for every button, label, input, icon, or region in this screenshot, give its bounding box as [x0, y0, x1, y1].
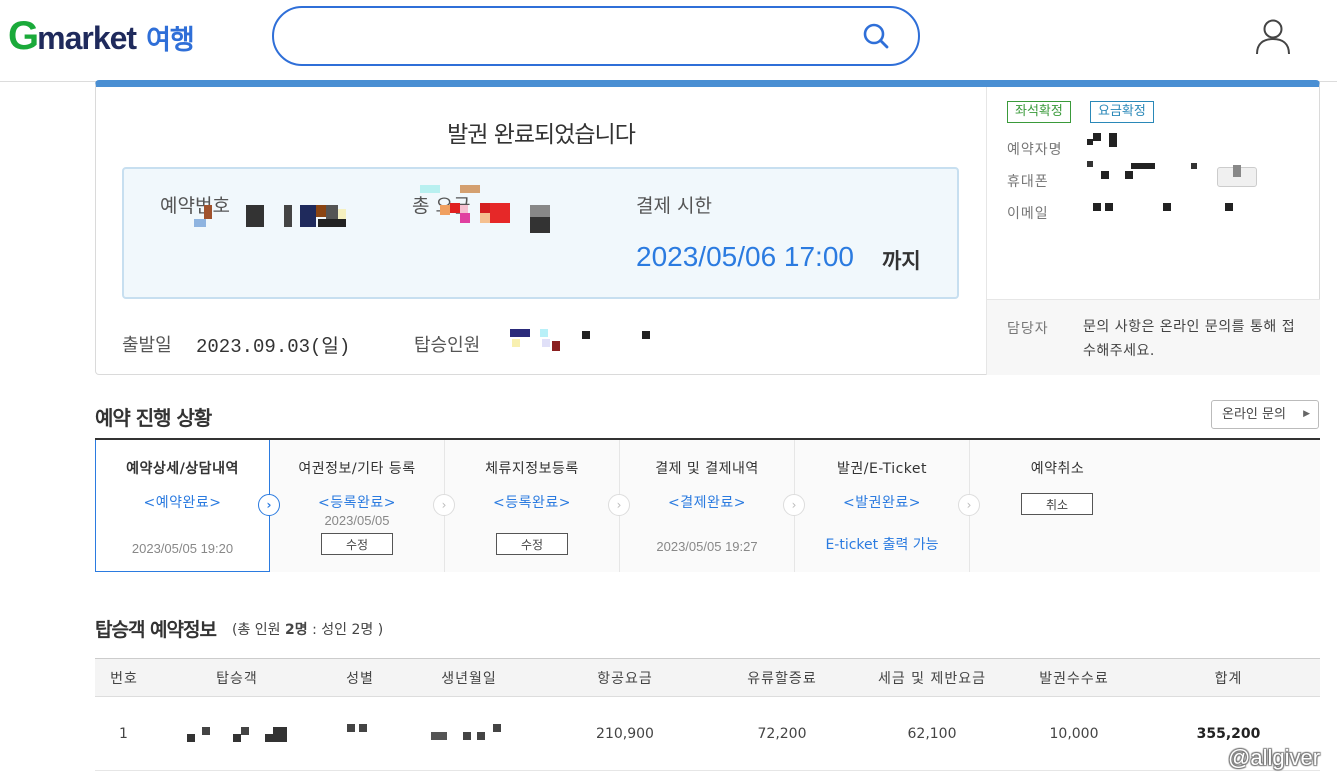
cancel-reservation-button[interactable]: 취소: [1021, 493, 1093, 515]
contact-panel: 좌석확정 요금확정 예약자명 휴대폰 이메일 담당자 문의 사항은 온라인 문의…: [986, 87, 1320, 375]
manager-box: 담당자 문의 사항은 온라인 문의를 통해 접수해주세요.: [987, 299, 1320, 375]
caret-right-icon: ▶: [1303, 409, 1310, 419]
payment-deadline-suffix: 까지: [882, 249, 921, 273]
chevron-right-icon: ›: [783, 494, 805, 516]
seat-confirmed-badge: 좌석확정: [1007, 101, 1071, 123]
issued-title: 발권 완료되었습니다: [447, 122, 636, 148]
user-icon[interactable]: [1253, 16, 1293, 56]
header: G market 여행: [0, 0, 1337, 82]
progress-section-title: 예약 진행 상황: [95, 406, 212, 430]
step-status[interactable]: <발권완료>: [795, 492, 969, 512]
reservation-number-label: 예약번호: [160, 195, 230, 217]
progress-steps: 예약상세/상담내역 <예약완료> 2023/05/05 19:20 › 여권정보…: [95, 438, 1320, 572]
departure-date: 2023.09.03(일): [196, 336, 351, 358]
step-title: 결제 및 결제내역: [655, 461, 759, 477]
col-tax: 세금 및 제반요금: [853, 658, 1011, 697]
step-title: 예약취소: [1030, 461, 1085, 477]
step-reservation-detail[interactable]: 예약상세/상담내역 <예약완료> 2023/05/05 19:20 ›: [95, 440, 280, 572]
phone-label: 휴대폰: [1007, 174, 1049, 190]
col-ticket-fee: 발권수수료: [1011, 658, 1137, 697]
row-passenger-redacted: [153, 696, 321, 771]
passenger-summary-prefix: (총 인원: [232, 622, 281, 638]
search-input[interactable]: [298, 20, 858, 52]
table-header-row: 번호 탑승객 성별 생년월일 항공요금 유류할증료 세금 및 제반요금 발권수수…: [95, 658, 1320, 697]
chevron-right-icon: ›: [258, 494, 280, 516]
col-no: 번호: [95, 658, 153, 697]
step-payment[interactable]: 결제 및 결제내역 <결제완료> 2023/05/05 19:27 ›: [620, 440, 805, 572]
payment-deadline-date: 2023/05/06 17:00: [636, 241, 854, 272]
step-date: 2023/05/05 19:20: [131, 541, 234, 556]
row-tax: 62,100: [853, 696, 1011, 771]
row-fuel-surcharge: 72,200: [711, 696, 853, 771]
row-gender-redacted: [321, 696, 399, 771]
passenger-adults: 성인 2명: [321, 622, 374, 638]
step-date: 2023/05/05: [324, 513, 390, 528]
row-no: 1: [95, 696, 153, 771]
online-inquiry-label: 온라인 문의: [1222, 407, 1286, 422]
logo-g: G: [8, 14, 39, 58]
step-passport-info[interactable]: 여권정보/기타 등록 <등록완료> 2023/05/05 수정 ›: [270, 440, 455, 572]
col-total: 합계: [1137, 658, 1320, 697]
manager-notice: 문의 사항은 온라인 문의를 통해 접수해주세요.: [1083, 319, 1296, 359]
chevron-right-icon: ›: [433, 494, 455, 516]
online-inquiry-button[interactable]: 온라인 문의 ▶: [1211, 400, 1319, 429]
payment-deadline-label: 결제 시한: [636, 195, 712, 217]
step-eticket[interactable]: 발권/E-Ticket <발권완료> E-ticket 출력 가능 ›: [795, 440, 980, 572]
fare-confirmed-badge: 요금확정: [1090, 101, 1154, 123]
eticket-print-link[interactable]: E-ticket 출력 가능: [795, 534, 969, 554]
col-passenger: 탑승객: [153, 658, 321, 697]
passenger-summary: (총 인원 2명 : 성인 2명 ): [232, 619, 383, 639]
passenger-total: 2명: [285, 622, 308, 638]
col-birthdate: 생년월일: [399, 658, 539, 697]
logo-travel: 여행: [146, 25, 195, 56]
col-fuel-surcharge: 유류할증료: [711, 658, 853, 697]
chevron-right-icon: ›: [608, 494, 630, 516]
logo-market: market: [37, 20, 137, 56]
step-status[interactable]: <결제완료>: [620, 492, 794, 512]
departure-label: 출발일: [122, 335, 172, 356]
step-status[interactable]: <등록완료>: [445, 492, 619, 512]
step-title: 예약상세/상담내역: [126, 461, 239, 477]
row-birthdate-redacted: [399, 696, 539, 771]
email-label: 이메일: [1007, 206, 1049, 222]
booking-info-box: 예약번호 총 요금 결제 시한: [122, 167, 959, 299]
gmarket-travel-logo[interactable]: G market 여행: [8, 14, 195, 58]
passenger-section-title: 탑승객 예약정보: [95, 619, 217, 641]
search-box[interactable]: [272, 6, 920, 66]
col-gender: 성별: [321, 658, 399, 697]
passenger-summary-sep: :: [312, 622, 317, 638]
summary-main: 발권 완료되었습니다 예약번호 총 요금 결제 시한: [96, 87, 986, 375]
step-status[interactable]: <등록완료>: [270, 492, 444, 512]
step-title: 발권/E-Ticket: [836, 461, 927, 477]
row-ticket-fee: 10,000: [1011, 696, 1137, 771]
chevron-right-icon: ›: [958, 494, 980, 516]
passenger-count-label: 탑승인원: [414, 335, 481, 356]
passenger-table: 번호 탑승객 성별 생년월일 항공요금 유류할증료 세금 및 제반요금 발권수수…: [95, 658, 1320, 771]
col-airfare: 항공요금: [539, 658, 711, 697]
step-stay-info[interactable]: 체류지정보등록 <등록완료> 수정 ›: [445, 440, 630, 572]
step-status[interactable]: <예약완료>: [96, 492, 269, 512]
edit-passport-button[interactable]: 수정: [321, 533, 393, 555]
manager-label: 담당자: [1007, 321, 1049, 337]
booking-summary-card: 발권 완료되었습니다 예약번호 총 요금 결제 시한: [95, 80, 1320, 375]
search-icon[interactable]: [862, 22, 890, 50]
step-cancel: 예약취소 취소: [970, 440, 1320, 572]
edit-stay-button[interactable]: 수정: [496, 533, 568, 555]
booker-name-label: 예약자명: [1007, 142, 1063, 158]
step-title: 여권정보/기타 등록: [298, 461, 416, 477]
watermark: @allgiver: [1228, 745, 1321, 770]
step-title: 체류지정보등록: [485, 461, 579, 477]
table-row: 1 210,900 72,200 62,100 10,000 355,200: [95, 696, 1320, 771]
passenger-summary-suffix: ): [377, 622, 384, 638]
step-date: 2023/05/05 19:27: [656, 539, 758, 554]
row-airfare: 210,900: [539, 696, 711, 771]
